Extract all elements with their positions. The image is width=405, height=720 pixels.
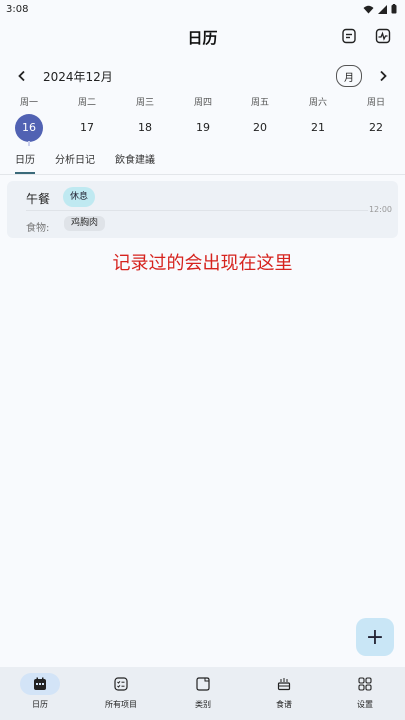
nav-label: 类别 [195,700,211,709]
day-cell-sat[interactable]: 周六 21 [298,96,338,142]
nav-label: 日历 [32,700,48,709]
week-strip: 周一 16 周二 17 周三 18 周四 19 周五 20 周六 21 周日 2… [0,96,405,146]
settings-grid-icon [358,677,372,691]
app-bar: 日历 [0,20,405,54]
day-number[interactable]: 22 [362,114,390,142]
meal-title: 午餐 [26,192,51,206]
weekday-label: 周日 [366,98,385,108]
day-number[interactable]: 21 [304,114,332,142]
day-number[interactable]: 18 [131,114,159,142]
calendar-icon [34,677,46,690]
nav-item-category[interactable]: 类别 [168,673,238,710]
meal-divider [26,210,368,211]
page-title: 日历 [187,28,218,47]
pulse-icon[interactable] [373,26,393,46]
annotation-text: 记录过的会出现在这里 [112,253,293,274]
day-number-selected[interactable]: 16 [15,114,43,146]
nav-item-settings[interactable]: 设置 [330,673,400,710]
day-cell-wed[interactable]: 周三 18 [125,96,165,142]
day-cell-thu[interactable]: 周四 19 [183,96,223,142]
food-label: 食物: [26,223,50,234]
tab-analysis-diary[interactable]: 分析日记 [55,151,95,166]
battery-icon [391,4,397,14]
plus-icon: + [365,624,385,650]
tabs-divider [0,174,405,175]
nav-label: 设置 [357,700,373,709]
add-button[interactable]: + [356,618,394,656]
weekday-label: 周四 [193,98,212,108]
status-bar: 3:08 [0,0,405,18]
wifi-icon [363,5,374,13]
signal-icon [378,4,387,14]
note-icon[interactable] [339,26,359,46]
month-label: 2024年12月 [43,70,113,84]
weekday-label: 周一 [19,98,38,108]
day-cell-sun[interactable]: 周日 22 [356,96,396,142]
nav-item-recipes[interactable]: 食谱 [249,673,319,710]
tab-calendar[interactable]: 日历 [15,151,35,174]
chevron-left-icon[interactable] [14,66,30,86]
meal-time: 12:00 [368,205,392,214]
list-icon [114,677,128,691]
month-row: 2024年12月 月 [0,64,405,88]
status-time: 3:08 [6,3,29,15]
food-chip: 鸡胸肉 [64,216,106,231]
status-icons [363,4,397,14]
tab-diet-advice[interactable]: 飲食建議 [115,151,155,166]
view-mode-button[interactable]: 月 [336,65,362,87]
status-badge: 休息 [63,187,96,207]
day-number[interactable]: 20 [246,114,274,142]
day-cell-fri[interactable]: 周五 20 [240,96,280,142]
nav-label: 食谱 [276,700,292,709]
day-cell-mon[interactable]: 周一 16 [9,96,49,146]
chevron-right-icon[interactable] [375,66,391,86]
bottom-nav: 日历 所有项目 类别 食谱 设置 [0,667,405,720]
recipe-icon [277,678,291,691]
meal-card[interactable]: 午餐 休息 12:00 食物: 鸡胸肉 [7,181,398,238]
nav-label: 所有项目 [105,700,137,709]
weekday-label: 周五 [250,98,269,108]
weekday-label: 周三 [135,98,154,108]
day-number[interactable]: 19 [189,114,217,142]
day-cell-tue[interactable]: 周二 17 [67,96,107,142]
category-icon [196,677,210,691]
tab-bar: 日历 分析日记 飲食建議 [0,148,405,174]
weekday-label: 周六 [308,98,327,108]
nav-item-calendar[interactable]: 日历 [5,673,75,710]
weekday-label: 周二 [77,98,96,108]
nav-item-all-items[interactable]: 所有项目 [86,673,156,710]
day-number[interactable]: 17 [73,114,101,142]
